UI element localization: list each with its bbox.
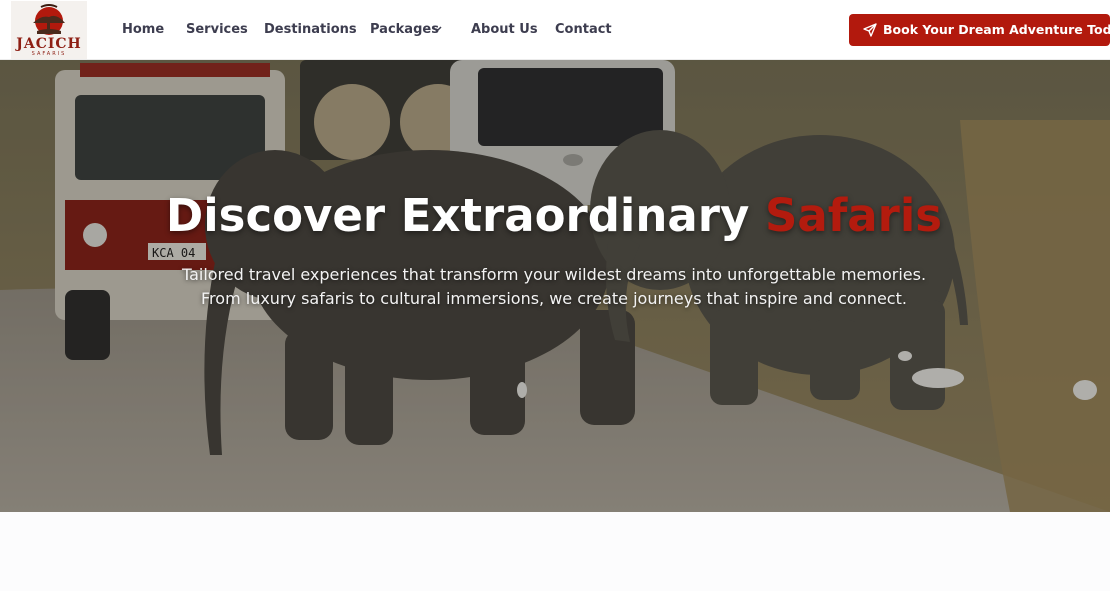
nav-item-home[interactable]: Home — [122, 21, 164, 39]
logo-tagline: SAFARIS — [31, 51, 67, 57]
tree-sunset-logo-icon — [33, 4, 65, 35]
next-section — [0, 512, 1110, 591]
site-logo[interactable]: JACICH SAFARIS — [11, 1, 87, 59]
hero-subtitle-line-2: From luxury safaris to cultural immersio… — [201, 289, 907, 308]
site-header: JACICH SAFARIS Home Services Destination… — [0, 0, 1110, 60]
nav-item-services[interactable]: Services — [186, 21, 248, 39]
paper-plane-icon — [863, 23, 877, 37]
hero-section: KCA 04 Discover Extraordinary Safaris Ta… — [0, 60, 1110, 512]
hero-title-main: Discover Extraordinary — [165, 189, 750, 242]
hero-title-accent: Safaris — [764, 189, 943, 242]
hero-subtitle-line-1: Tailored travel experiences that transfo… — [181, 265, 927, 284]
nav-item-about-us[interactable]: About Us — [471, 21, 538, 39]
hero-subtitle: Tailored travel experiences that transfo… — [0, 263, 1108, 311]
nav-item-destinations[interactable]: Destinations — [264, 21, 357, 39]
hero-title: Discover Extraordinary Safaris — [0, 188, 1108, 244]
book-adventure-label: Book Your Dream Adventure Today — [883, 22, 1110, 37]
nav-item-contact[interactable]: Contact — [555, 21, 612, 39]
nav-item-packages[interactable]: Packages — [370, 21, 439, 39]
book-adventure-button[interactable]: Book Your Dream Adventure Today — [849, 14, 1110, 46]
logo-wordmark: JACICH — [16, 36, 82, 52]
chevron-down-icon[interactable] — [432, 25, 442, 33]
